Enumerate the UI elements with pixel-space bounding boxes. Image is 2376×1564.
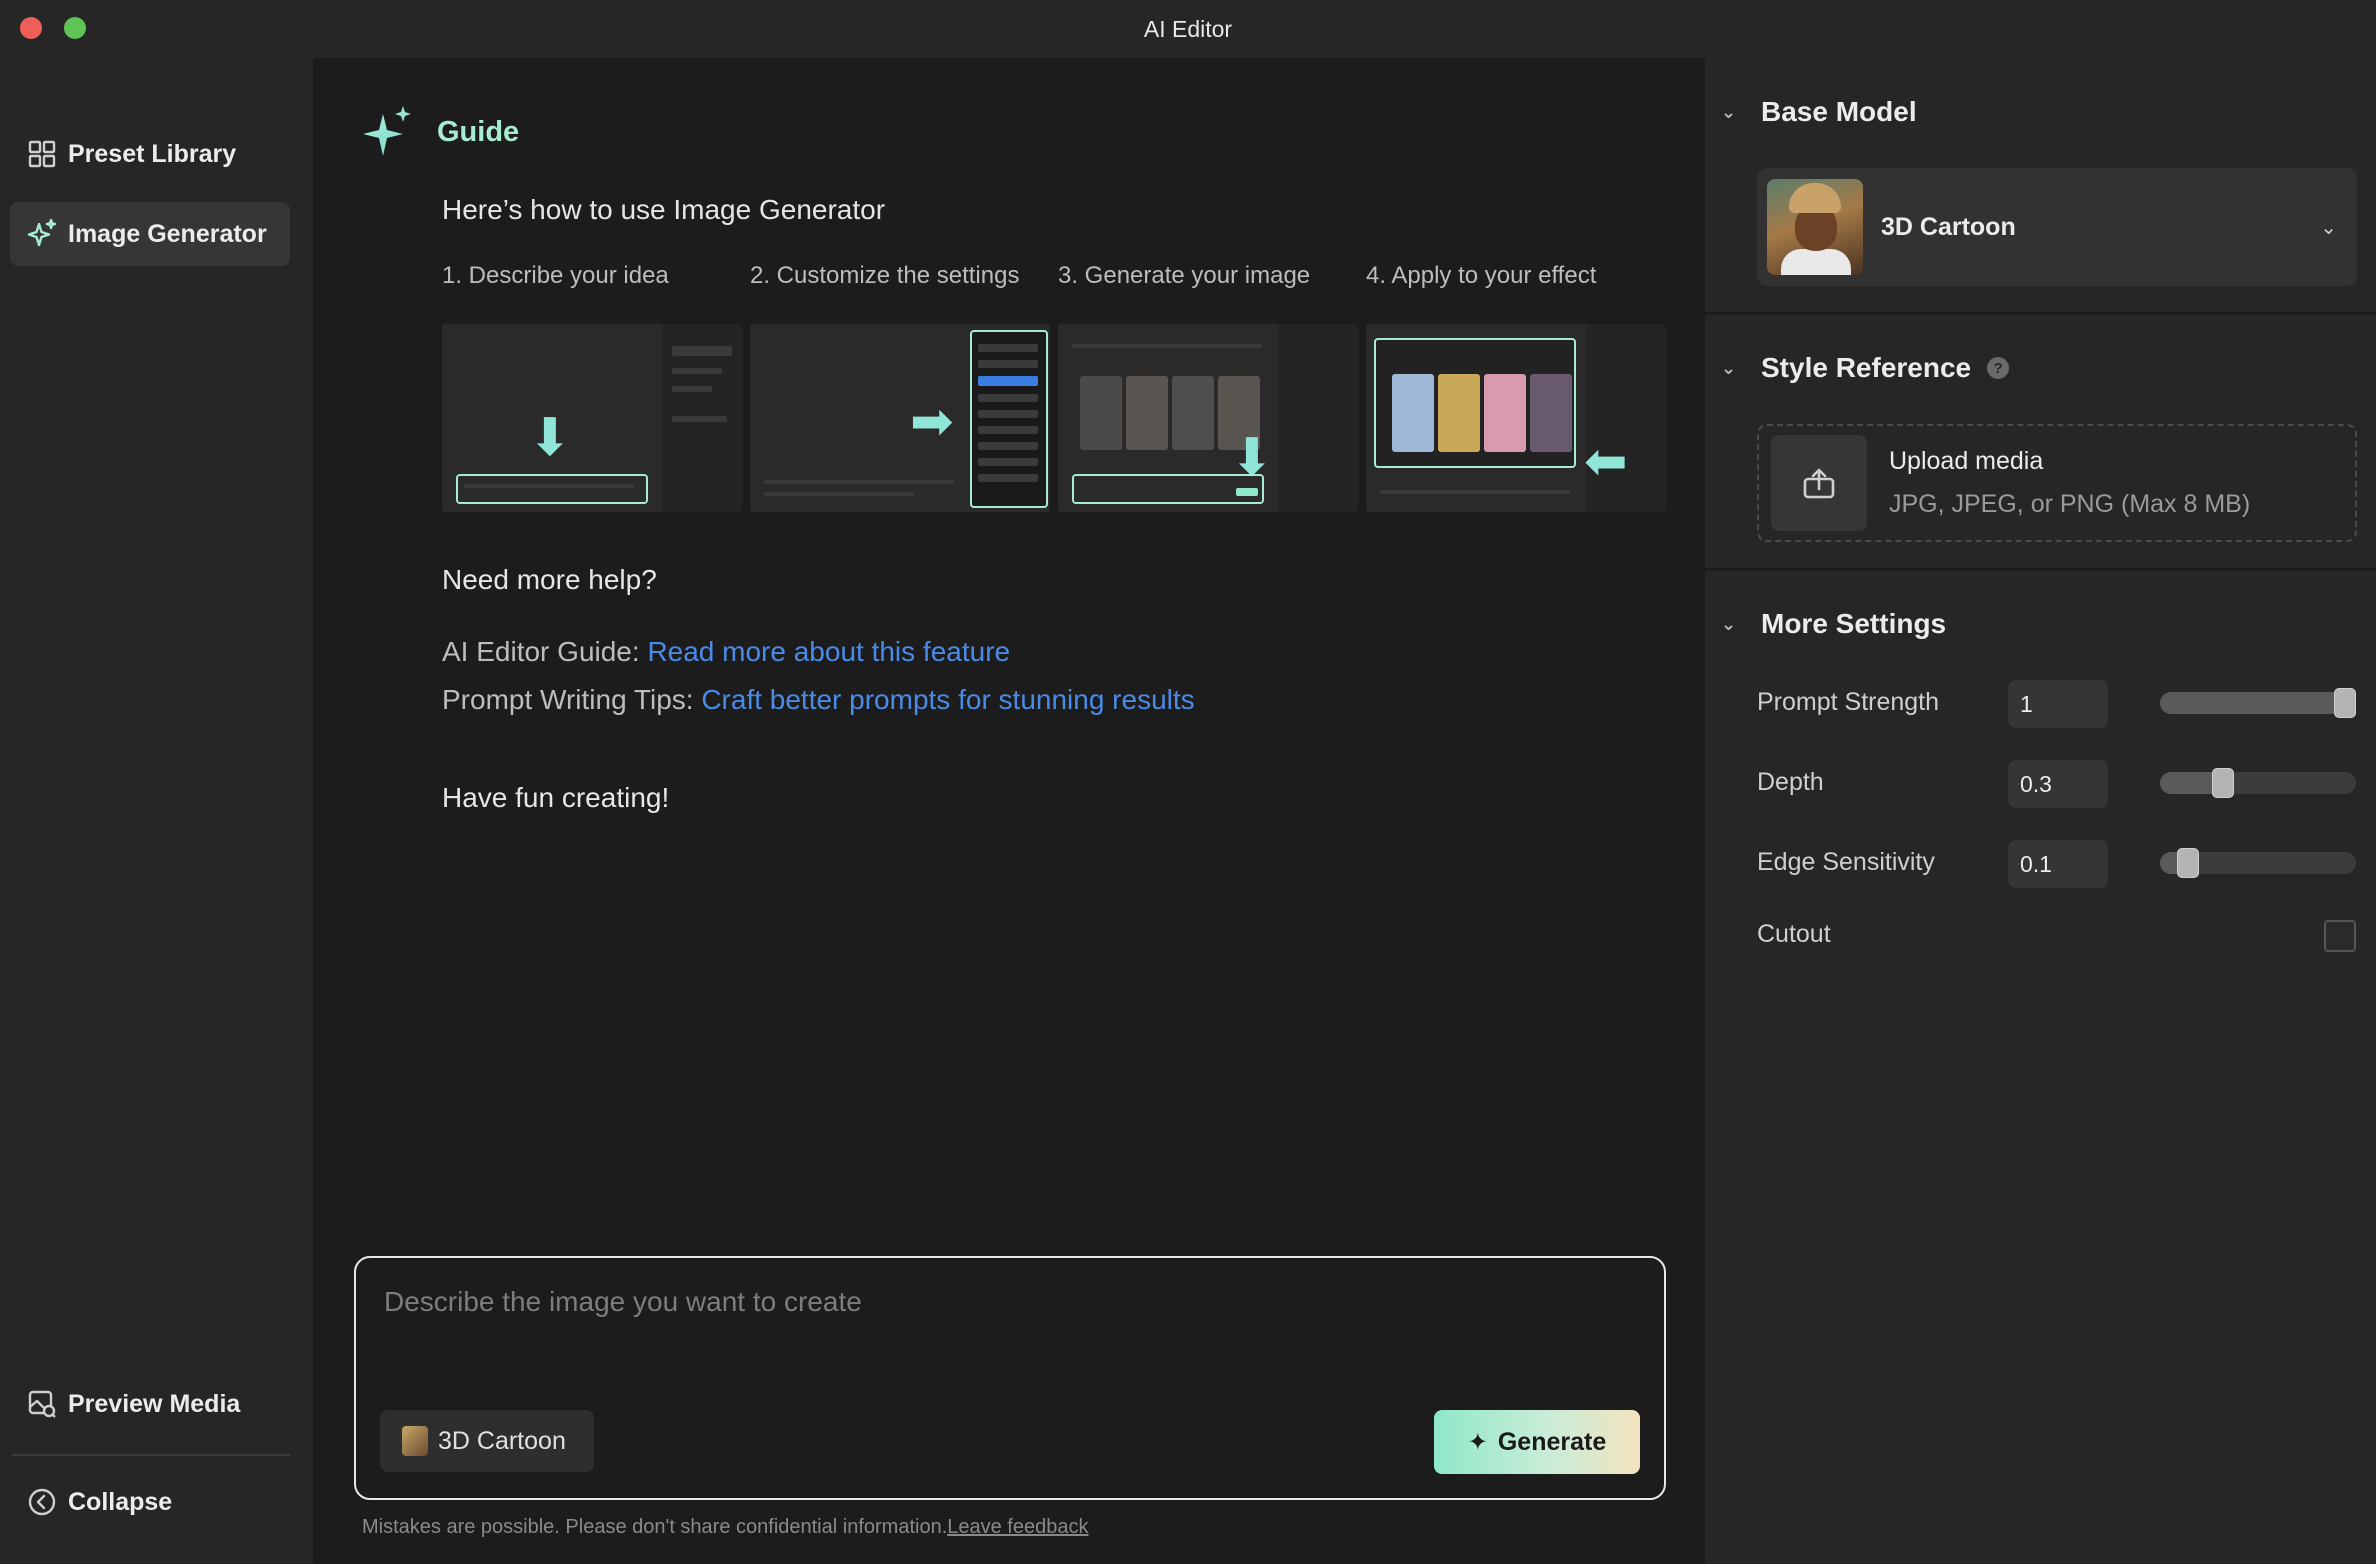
guide-header: Guide <box>363 106 519 158</box>
upload-title: Upload media <box>1889 447 2044 475</box>
grid-icon <box>26 138 58 170</box>
generate-button[interactable]: ✦ Generate <box>1434 1410 1640 1474</box>
preview-media-icon <box>26 1388 58 1420</box>
chevron-left-circle-icon <box>26 1486 58 1518</box>
sidebar-item-preview-media[interactable]: Preview Media <box>10 1372 290 1436</box>
sidebar-item-label: Collapse <box>68 1487 173 1516</box>
model-chip[interactable]: 3D Cartoon <box>380 1410 594 1472</box>
slider-handle[interactable] <box>2334 688 2356 718</box>
leave-feedback-link[interactable]: Leave feedback <box>947 1516 1088 1538</box>
step-thumbnail-2: ➡ <box>750 324 1050 512</box>
slider-handle[interactable] <box>2212 768 2235 798</box>
chevron-down-icon: ⌄ <box>2320 216 2337 239</box>
help-link-row-guide: AI Editor Guide: Read more about this fe… <box>442 636 1010 668</box>
upload-hint: JPG, JPEG, or PNG (Max 8 MB) <box>1889 490 2251 518</box>
more-settings-header[interactable]: ⌄ More Settings <box>1721 608 1946 640</box>
title-bar: AI Editor <box>0 0 2376 58</box>
prompt-strength-input[interactable]: 1 <box>2008 680 2108 728</box>
section-divider <box>1705 568 2376 571</box>
prompt-box[interactable]: Describe the image you want to create 3D… <box>354 1256 1666 1500</box>
sidebar-divider <box>12 1454 290 1456</box>
upload-icon <box>1771 435 1867 531</box>
prompt-input[interactable]: Describe the image you want to create <box>384 1286 862 1318</box>
sidebar-item-preset-library[interactable]: Preset Library <box>10 122 290 186</box>
section-divider <box>1705 312 2376 315</box>
arrow-down-icon: ⬇ <box>528 409 572 467</box>
help-heading: Need more help? <box>442 564 657 595</box>
step-thumbnail-4: ⬅ <box>1366 324 1666 512</box>
guide-steps: 1. Describe your idea 2. Customize the s… <box>442 262 1667 294</box>
window-title: AI Editor <box>1143 15 1233 42</box>
help-link-row-tips: Prompt Writing Tips: Craft better prompt… <box>442 684 1195 716</box>
section-title: Base Model <box>1761 96 1917 127</box>
step-thumbnail-1: ⬇ <box>442 324 742 512</box>
link-prefix: Prompt Writing Tips: <box>442 684 702 715</box>
style-reference-header[interactable]: ⌄ Style Reference ? <box>1721 352 2010 384</box>
step-thumbnail-3: ⬇ <box>1058 324 1358 512</box>
step-label-2: 2. Customize the settings <box>750 262 1020 289</box>
cutout-label: Cutout <box>1757 920 1831 948</box>
prompt-strength-label: Prompt Strength <box>1757 688 1940 716</box>
main-content: Guide Here’s how to use Image Generator … <box>313 58 1705 1564</box>
model-thumbnail <box>402 1426 428 1456</box>
prompt-tips-link[interactable]: Craft better prompts for stunning result… <box>701 684 1194 715</box>
disclaimer-text: Mistakes are possible. Please don't shar… <box>362 1516 948 1538</box>
upload-text: Upload media JPG, JPEG, or PNG (Max 8 MB… <box>1889 447 2250 519</box>
guide-title: Guide <box>437 115 520 148</box>
settings-panel: ⌄ Base Model 3D Cartoon ⌄ ⌄ Style Refere… <box>1705 58 2376 1564</box>
model-chip-label: 3D Cartoon <box>438 1426 566 1455</box>
cutout-checkbox[interactable] <box>2324 920 2356 952</box>
sidebar-item-label: Image Generator <box>68 219 267 248</box>
slider-handle[interactable] <box>2177 848 2200 878</box>
sidebar-item-label: Preview Media <box>68 1389 241 1418</box>
step-label-3: 3. Generate your image <box>1058 262 1311 289</box>
upload-media-dropzone[interactable]: Upload media JPG, JPEG, or PNG (Max 8 MB… <box>1757 424 2357 542</box>
edge-sensitivity-input[interactable]: 0.1 <box>2008 840 2108 888</box>
link-prefix: AI Editor Guide: <box>442 636 648 667</box>
left-sidebar: Preset Library Image Generator Preview M… <box>0 58 313 1564</box>
base-model-header[interactable]: ⌄ Base Model <box>1721 96 1917 128</box>
section-title: Style Reference <box>1761 352 1972 383</box>
close-window-button[interactable] <box>20 17 42 39</box>
arrow-left-icon: ⬅ <box>1584 433 1628 491</box>
edge-sensitivity-label: Edge Sensitivity <box>1757 848 1935 876</box>
help-icon[interactable]: ? <box>1987 357 2010 379</box>
guide-intro: Here’s how to use Image Generator <box>442 194 886 225</box>
maximize-window-button[interactable] <box>64 17 86 39</box>
depth-input[interactable]: 0.3 <box>2008 760 2108 808</box>
base-model-select[interactable]: 3D Cartoon ⌄ <box>1757 168 2357 286</box>
depth-slider[interactable] <box>2160 768 2356 798</box>
section-title: More Settings <box>1761 608 1947 639</box>
disclaimer: Mistakes are possible. Please don't shar… <box>362 1516 1088 1539</box>
arrow-right-icon: ➡ <box>910 393 954 451</box>
step-label-4: 4. Apply to your effect <box>1366 262 1597 289</box>
generate-label: Generate <box>1497 1427 1607 1456</box>
guide-thumbnails: ⬇ ➡ ⬇ ⬅ <box>442 324 1667 512</box>
model-name: 3D Cartoon <box>1881 212 2016 241</box>
depth-label: Depth <box>1757 768 1824 796</box>
sidebar-item-label: Preset Library <box>68 139 237 168</box>
sparkle-icon <box>363 106 411 156</box>
chevron-down-icon: ⌄ <box>1721 357 1737 378</box>
sparkle-icon <box>26 218 58 250</box>
prompt-strength-slider[interactable] <box>2160 688 2356 718</box>
model-avatar <box>1767 179 1863 275</box>
chevron-down-icon: ⌄ <box>1721 101 1737 122</box>
collapse-button[interactable]: Collapse <box>10 1470 290 1534</box>
step-label-1: 1. Describe your idea <box>442 262 669 289</box>
closing-text: Have fun creating! <box>442 782 670 813</box>
read-more-link[interactable]: Read more about this feature <box>647 636 1010 667</box>
sparkle-icon: ✦ <box>1467 1428 1488 1456</box>
chevron-down-icon: ⌄ <box>1721 613 1737 634</box>
edge-sensitivity-slider[interactable] <box>2160 848 2356 878</box>
sidebar-item-image-generator[interactable]: Image Generator <box>10 202 290 266</box>
